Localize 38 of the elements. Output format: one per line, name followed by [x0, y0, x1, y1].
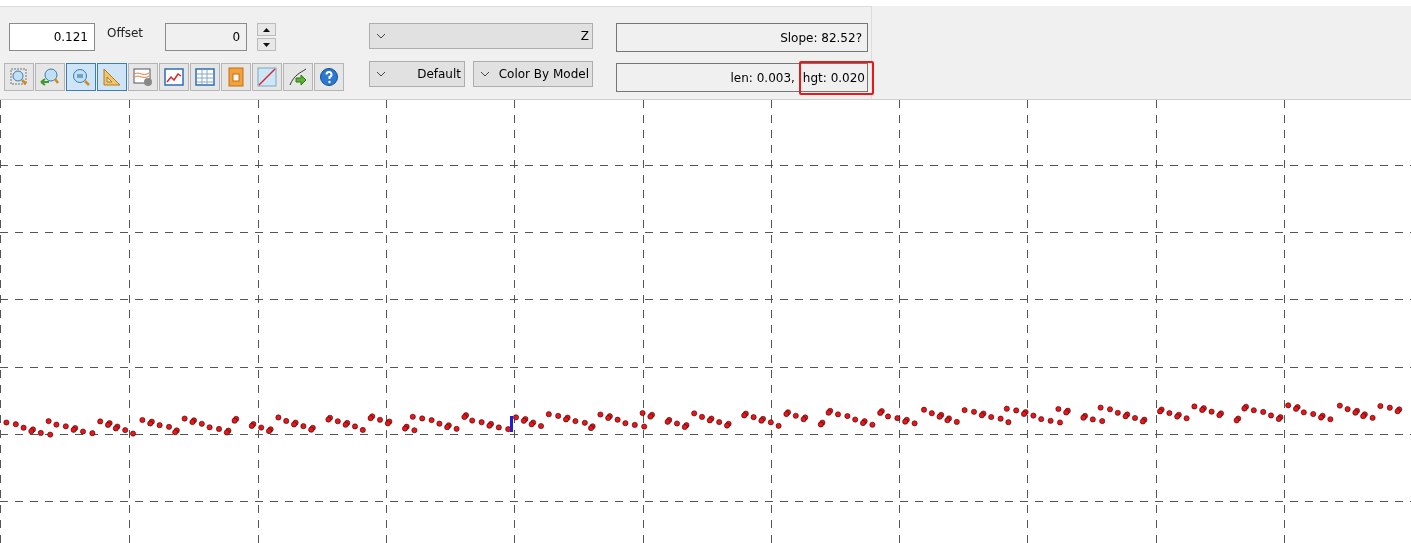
chart-gear-icon — [133, 67, 153, 87]
measure-value: hgt: 0.020 — [798, 60, 874, 95]
document-icon — [226, 67, 246, 87]
line-chart-icon — [164, 67, 184, 87]
table-icon — [195, 67, 215, 87]
zoom-back-icon — [40, 67, 60, 87]
offset-label: Offset — [107, 26, 144, 40]
toolbar-button[interactable] — [66, 63, 96, 91]
help-icon — [319, 67, 339, 87]
toolbar-button[interactable] — [97, 63, 127, 91]
zoom-box-icon — [9, 67, 29, 87]
triangle-up-icon — [263, 27, 271, 32]
slope-readout: Slope: 82.52? — [616, 23, 868, 52]
chevron-down-icon — [480, 71, 490, 77]
toolbar-button[interactable] — [4, 63, 34, 91]
diagonal-line-icon — [257, 67, 277, 87]
toolbar-button[interactable] — [314, 63, 344, 91]
toolbar-button[interactable] — [190, 63, 220, 91]
color-dropdown[interactable]: Color By Model — [473, 61, 593, 87]
triangle-down-icon — [263, 42, 271, 47]
offset-field[interactable]: 0 — [165, 23, 248, 51]
ruler-icon — [102, 67, 122, 87]
toolbar-button[interactable] — [128, 63, 158, 91]
spin-up-button[interactable] — [257, 23, 277, 36]
chevron-down-icon — [376, 33, 386, 39]
spin-down-button[interactable] — [257, 38, 277, 51]
toolbar-button[interactable] — [283, 63, 313, 91]
zoom-icon — [71, 67, 91, 87]
curve-arrow-icon — [288, 67, 308, 87]
scale-field[interactable]: 0.121 — [9, 23, 95, 51]
toolbar-button[interactable] — [159, 63, 189, 91]
measure-value: len: 0.003, — [730, 70, 795, 85]
toolbar-button[interactable] — [35, 63, 65, 91]
toolbar-button[interactable] — [252, 63, 282, 91]
toolbar-button[interactable] — [221, 63, 251, 91]
style-dropdown[interactable]: Default — [369, 61, 465, 87]
axis-dropdown[interactable]: Z — [369, 23, 593, 49]
chevron-down-icon — [376, 71, 386, 77]
